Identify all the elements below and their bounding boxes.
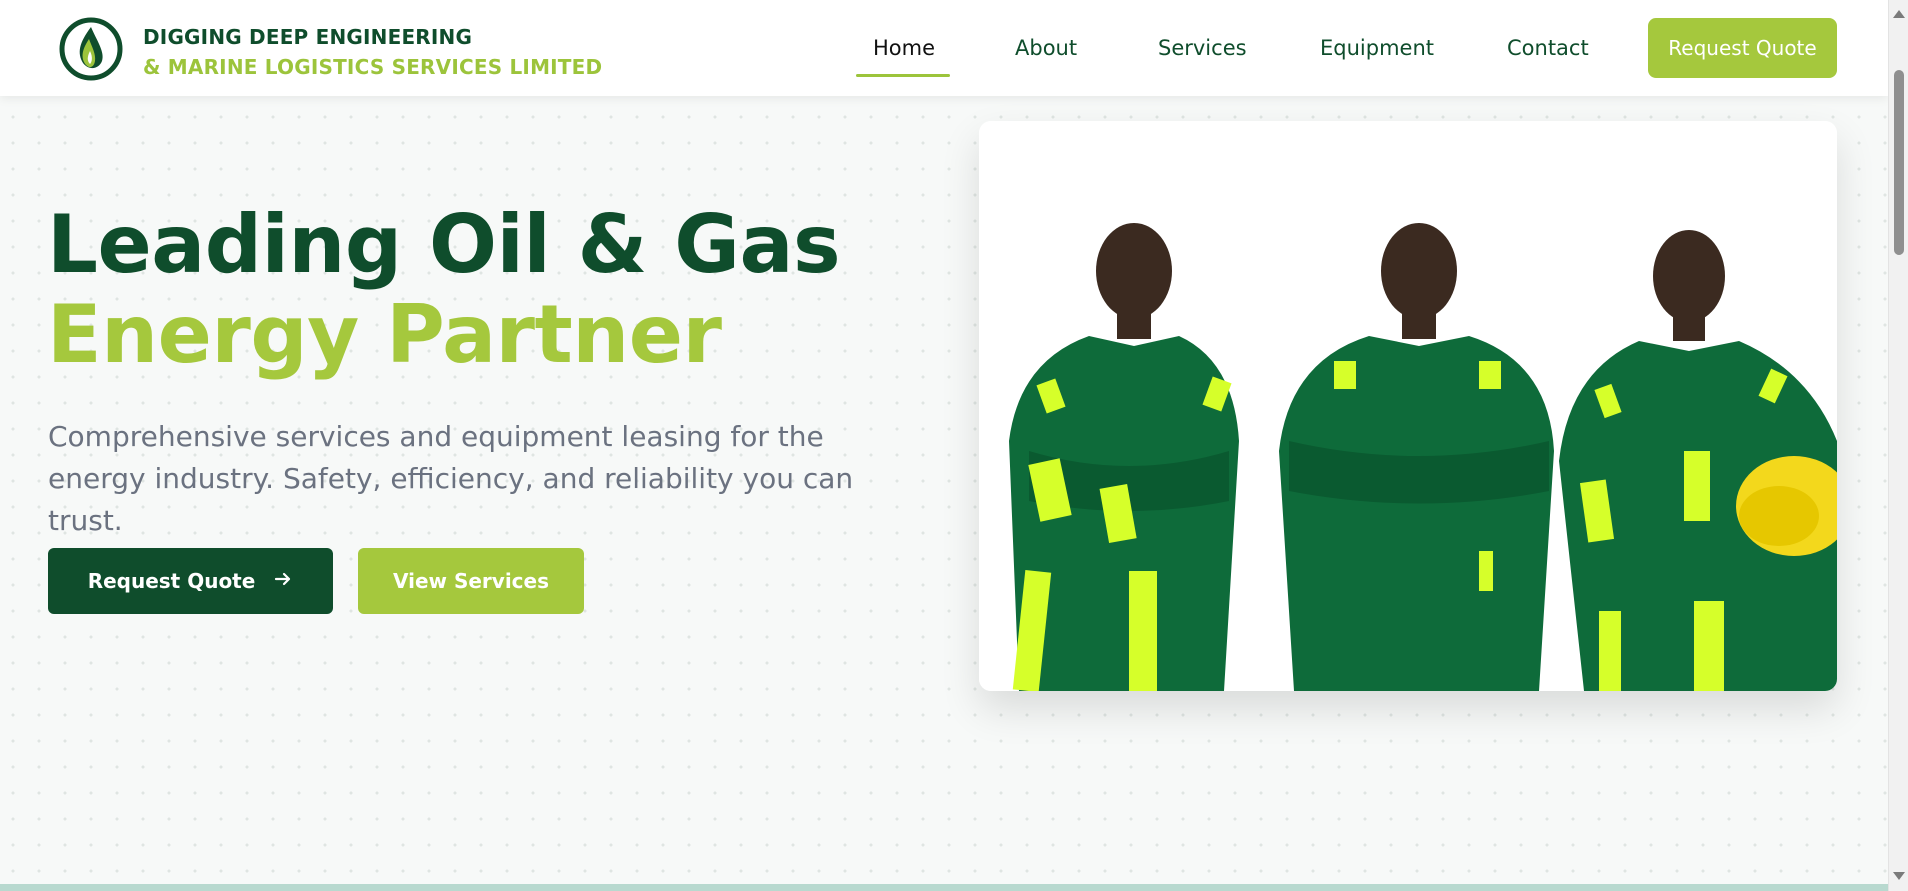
site-header: DIGGING DEEP ENGINEERING & MARINE LOGIST…	[0, 0, 1888, 96]
nav-item-equipment[interactable]: Equipment	[1320, 36, 1434, 60]
hero-description: Comprehensive services and equipment lea…	[48, 420, 854, 537]
flame-drop-logo-icon[interactable]	[59, 17, 123, 81]
arrow-right-icon	[273, 569, 293, 594]
nav-item-contact[interactable]: Contact	[1507, 36, 1589, 60]
view-services-button[interactable]: View Services	[358, 548, 584, 614]
nav-active-indicator	[856, 74, 950, 77]
hero-request-quote-label: Request Quote	[87, 569, 256, 593]
hero-title: Leading Oil & Gas Energy Partner	[47, 198, 841, 381]
scroll-down-icon[interactable]	[1893, 872, 1905, 880]
nav-item-home[interactable]: Home	[873, 36, 935, 60]
hero-title-line-1: Leading Oil & Gas	[47, 198, 841, 291]
nav-item-about[interactable]: About	[1015, 36, 1077, 60]
brand-name[interactable]: DIGGING DEEP ENGINEERING & MARINE LOGIST…	[143, 22, 602, 82]
header-request-quote-button[interactable]: Request Quote	[1648, 18, 1837, 78]
hero-workers-image	[979, 121, 1837, 691]
next-section-edge	[0, 884, 1888, 891]
brand-line-1: DIGGING DEEP ENGINEERING	[143, 25, 473, 49]
hero-title-line-2: Energy Partner	[47, 288, 722, 381]
page-scrollbar[interactable]	[1888, 0, 1908, 891]
brand-line-2: & MARINE LOGISTICS SERVICES LIMITED	[143, 55, 603, 79]
scroll-up-icon[interactable]	[1893, 10, 1905, 18]
hero-request-quote-button[interactable]: Request Quote	[48, 548, 333, 614]
scrollbar-thumb[interactable]	[1894, 70, 1904, 255]
nav-item-services[interactable]: Services	[1158, 36, 1247, 60]
